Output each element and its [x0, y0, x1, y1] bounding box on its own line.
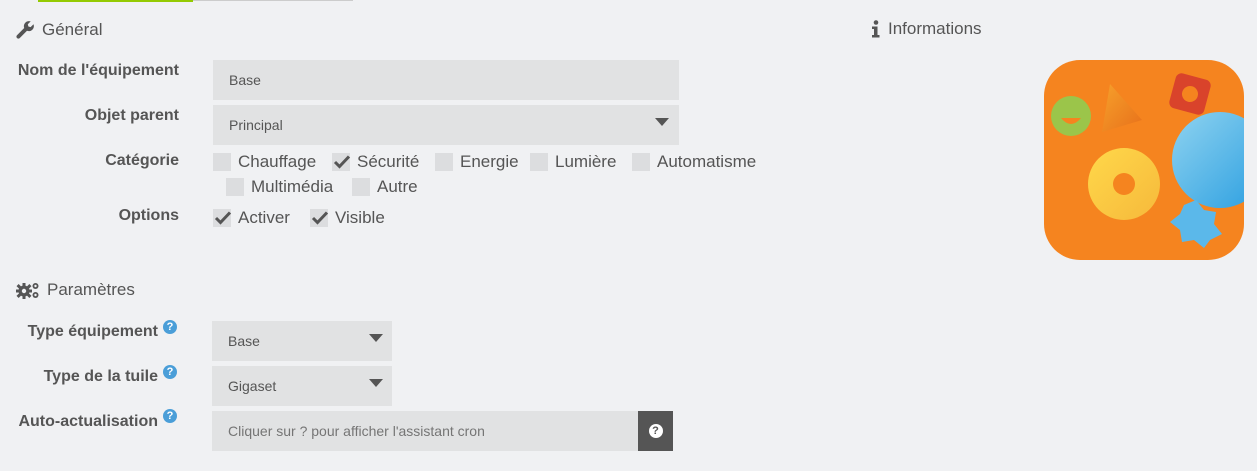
- info-title-text: Informations: [888, 19, 982, 38]
- checkbox-box[interactable]: [632, 153, 650, 171]
- category-autre-label: Autre: [377, 177, 418, 196]
- tile-type-value: Gigaset: [228, 378, 277, 394]
- question-circle-icon[interactable]: ?: [163, 409, 177, 423]
- category-checkbox-chauffage[interactable]: Chauffage: [213, 152, 316, 172]
- category-automatisme-label: Automatisme: [657, 152, 757, 171]
- chevron-down-icon: [369, 379, 383, 387]
- chevron-down-icon: [655, 118, 669, 126]
- parent-object-select[interactable]: Principal: [213, 105, 679, 145]
- option-activer-label: Activer: [238, 208, 290, 227]
- category-checkbox-autre[interactable]: Autre: [352, 177, 418, 197]
- option-visible-label: Visible: [335, 208, 385, 227]
- parent-label: Objet parent: [84, 107, 179, 124]
- category-checkbox-energie[interactable]: Energie: [435, 152, 519, 172]
- general-title-text: Général: [42, 20, 103, 39]
- auto-refresh-input[interactable]: [212, 411, 638, 451]
- question-circle-icon: ?: [648, 424, 663, 438]
- checkbox-box[interactable]: [213, 153, 231, 171]
- name-label: Nom de l'équipement: [17, 62, 179, 79]
- info-section-title: Informations: [871, 19, 982, 39]
- tile-type-label: Type de la tuile: [43, 368, 158, 385]
- check-icon: [333, 155, 351, 169]
- tab-divider: [193, 0, 353, 1]
- category-checkbox-securite[interactable]: Sécurité: [332, 152, 419, 172]
- checkbox-box[interactable]: [226, 178, 244, 196]
- checkbox-box[interactable]: [352, 178, 370, 196]
- equipment-type-select[interactable]: Base: [212, 321, 392, 361]
- params-title-text: Paramètres: [47, 280, 135, 299]
- wrench-icon: [16, 21, 35, 39]
- option-checkbox-visible[interactable]: Visible: [310, 208, 385, 228]
- category-chauffage-label: Chauffage: [238, 152, 317, 171]
- category-checkbox-lumiere[interactable]: Lumière: [530, 152, 616, 172]
- tile-type-select[interactable]: Gigaset: [212, 366, 392, 406]
- question-circle-icon[interactable]: ?: [163, 365, 177, 379]
- type-equipment-label: Type équipement: [27, 323, 158, 340]
- check-icon: [311, 211, 329, 225]
- cogs-icon: [16, 281, 40, 299]
- chevron-down-icon: [369, 334, 383, 342]
- params-section-title: Paramètres: [16, 280, 135, 300]
- checkbox-box[interactable]: [310, 209, 329, 227]
- checkbox-box[interactable]: [530, 153, 548, 171]
- checkbox-box[interactable]: [332, 153, 351, 171]
- category-checkbox-multimedia[interactable]: Multimédia: [226, 177, 333, 197]
- option-checkbox-activer[interactable]: Activer: [213, 208, 290, 228]
- options-label: Options: [118, 207, 179, 224]
- category-lumiere-label: Lumière: [555, 152, 617, 171]
- general-section-title: Général: [16, 20, 102, 40]
- category-multimedia-label: Multimédia: [251, 177, 334, 196]
- checkbox-box[interactable]: [435, 153, 453, 171]
- check-icon: [214, 211, 232, 225]
- checkbox-box[interactable]: [213, 209, 232, 227]
- active-tab-indicator: [38, 0, 193, 2]
- question-circle-icon[interactable]: ?: [163, 320, 177, 334]
- cron-assistant-button[interactable]: ?: [638, 411, 673, 451]
- info-icon: [871, 20, 881, 38]
- auto-refresh-label: Auto-actualisation: [18, 413, 158, 430]
- category-label: Catégorie: [105, 152, 179, 169]
- category-checkbox-automatisme[interactable]: Automatisme: [632, 152, 756, 172]
- equipment-type-value: Base: [228, 333, 260, 349]
- category-securite-label: Sécurité: [357, 152, 420, 171]
- plugin-logo: [1044, 60, 1244, 260]
- parent-object-value: Principal: [229, 117, 283, 133]
- category-energie-label: Energie: [460, 152, 519, 171]
- equipment-name-input[interactable]: Base: [213, 60, 679, 100]
